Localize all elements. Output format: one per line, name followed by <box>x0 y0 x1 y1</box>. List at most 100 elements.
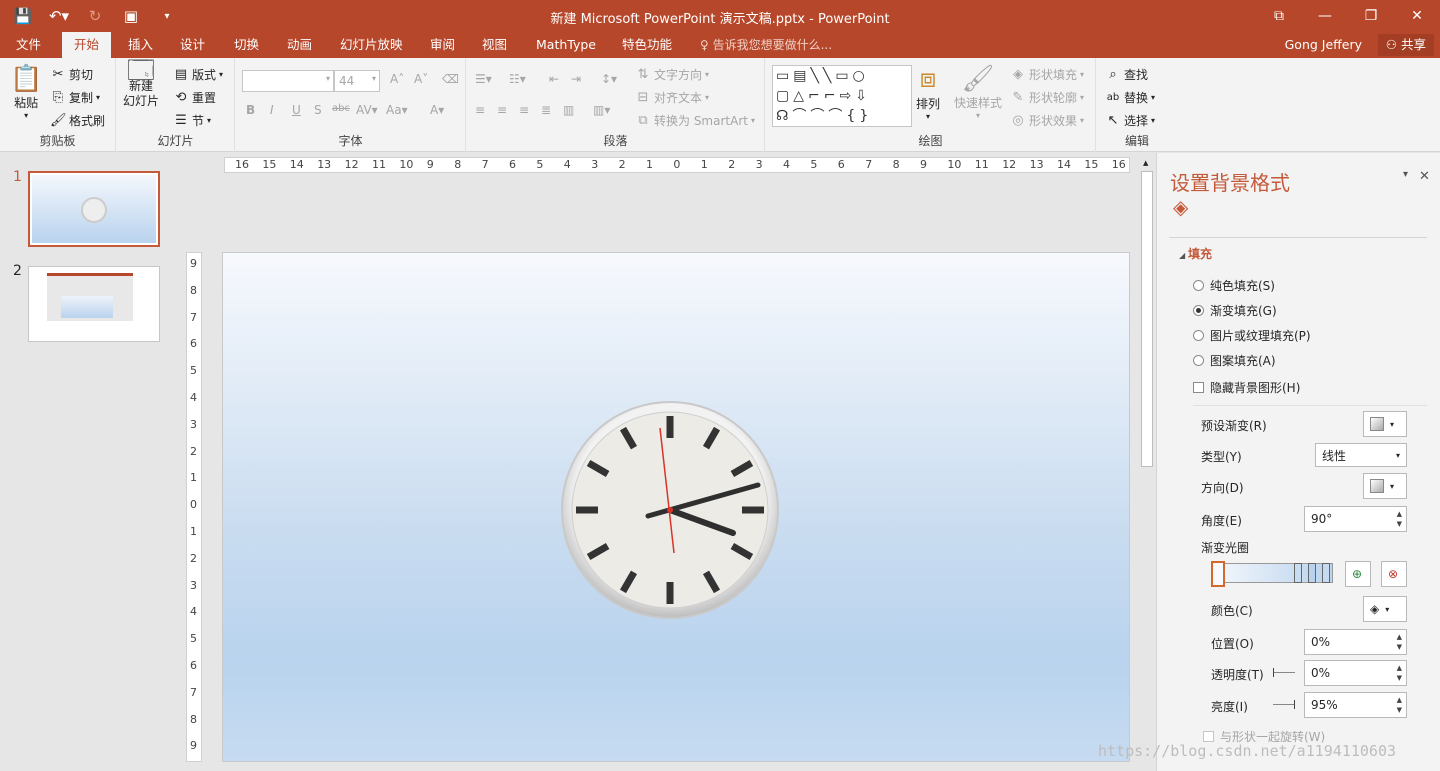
tab-transitions[interactable]: 切换 <box>222 32 271 58</box>
direction-dropdown[interactable]: ▾ <box>1363 473 1407 499</box>
replace-button[interactable]: ab 替换 ▾ <box>1105 89 1155 106</box>
align-center-icon[interactable]: ≡ <box>497 103 507 117</box>
angle-spinner[interactable]: 90° ▲ ▼ <box>1304 506 1407 532</box>
find-button[interactable]: ⌕ 查找 <box>1105 66 1148 83</box>
underline-icon[interactable]: U <box>292 103 301 117</box>
shape-fill-button[interactable]: ◈ 形状填充 ▾ <box>1010 66 1084 83</box>
tab-mathtype[interactable]: MathType <box>524 32 608 58</box>
pane-options-icon[interactable]: ▾ <box>1403 169 1408 180</box>
picture-fill-radio[interactable]: 图片或纹理填充(P) <box>1193 327 1311 344</box>
quick-styles-button[interactable]: 🖌 快速样式 ▾ <box>954 64 1002 120</box>
bullets-icon[interactable]: ☰▾ <box>475 72 492 86</box>
type-dropdown[interactable]: 线性 ▾ <box>1315 443 1407 467</box>
add-stop-icon[interactable]: ⊕ <box>1345 561 1371 587</box>
grow-font-icon[interactable]: A˄ <box>390 72 404 86</box>
numbering-icon[interactable]: ☷▾ <box>509 72 526 86</box>
solid-fill-radio[interactable]: 纯色填充(S) <box>1193 277 1275 294</box>
tab-view[interactable]: 视图 <box>470 32 519 58</box>
layout-button[interactable]: ▤ 版式 ▾ <box>173 66 223 83</box>
shadow-icon[interactable]: S <box>314 103 322 117</box>
minimize-icon[interactable]: — <box>1302 0 1348 32</box>
tab-review[interactable]: 审阅 <box>418 32 467 58</box>
transparency-slider[interactable] <box>1273 668 1295 677</box>
justify-icon[interactable]: ≣ <box>541 103 551 117</box>
brightness-spinner[interactable]: 95% ▲ ▼ <box>1304 692 1407 718</box>
tab-slideshow[interactable]: 幻灯片放映 <box>328 32 415 58</box>
columns-icon[interactable]: ▥▾ <box>593 103 610 117</box>
bold-icon[interactable]: B <box>246 103 255 117</box>
color-dropdown[interactable]: ◈ ▾ <box>1363 596 1407 622</box>
gradient-stop[interactable] <box>1294 563 1302 583</box>
gradient-stop[interactable] <box>1322 563 1330 583</box>
scrollbar-thumb[interactable] <box>1141 171 1153 467</box>
gradient-stop[interactable] <box>1308 563 1316 583</box>
spinner-arrows-icon[interactable]: ▲ ▼ <box>1397 509 1402 529</box>
position-spinner[interactable]: 0% ▲ ▼ <box>1304 629 1407 655</box>
shape-effects-button[interactable]: ◎ 形状效果 ▾ <box>1010 112 1084 129</box>
tab-animations[interactable]: 动画 <box>275 32 324 58</box>
cut-button[interactable]: ✂ 剪切 <box>50 66 93 83</box>
pattern-fill-radio[interactable]: 图案填充(A) <box>1193 352 1276 369</box>
copy-button[interactable]: ⎘ 复制 ▾ <box>50 89 100 106</box>
gradient-stop-selected[interactable] <box>1211 561 1225 587</box>
fill-section-header[interactable]: ◢ 填充 <box>1179 245 1212 262</box>
spinner-arrows-icon[interactable]: ▲ ▼ <box>1397 663 1402 683</box>
slide-thumbnail-1[interactable] <box>28 171 160 247</box>
decrease-indent-icon[interactable]: ⇤ <box>549 72 559 86</box>
align-right-icon[interactable]: ≡ <box>519 103 529 117</box>
tab-home[interactable]: 开始 <box>62 32 112 58</box>
tab-design[interactable]: 设计 <box>168 32 217 58</box>
font-color-icon[interactable]: A▾ <box>430 103 444 117</box>
gradient-stops-bar[interactable] <box>1211 561 1333 587</box>
slide-scrollbar[interactable]: ▲ <box>1140 157 1154 771</box>
reset-button[interactable]: ⟲ 重置 <box>173 89 216 106</box>
remove-stop-icon[interactable]: ⊗ <box>1381 561 1407 587</box>
gradient-fill-radio[interactable]: 渐变填充(G) <box>1193 302 1277 319</box>
pane-close-icon[interactable]: ✕ <box>1419 169 1430 184</box>
horizontal-ruler[interactable]: 16 15 14 13 12 11 10 9 8 7 6 5 4 3 2 1 0 1 2 3 4 5 6 7 8 9 10 11 12 1… <box>224 157 1130 173</box>
char-spacing-icon[interactable]: AV▾ <box>356 103 378 117</box>
transparency-spinner[interactable]: 0% ▲ ▼ <box>1304 660 1407 686</box>
align-left-icon[interactable]: ≡ <box>475 103 485 117</box>
slide-canvas[interactable] <box>222 252 1130 762</box>
paste-button[interactable]: 📋 粘贴 ▾ <box>10 64 42 120</box>
tell-me-box[interactable]: ♀ 告诉我您想要做什么... <box>700 32 832 58</box>
hide-background-checkbox[interactable]: 隐藏背景图形(H) <box>1193 379 1300 396</box>
font-name-box[interactable]: ▾ <box>242 70 334 92</box>
clock-image[interactable] <box>223 253 1131 763</box>
select-button[interactable]: ↖ 选择 ▾ <box>1105 112 1155 129</box>
shape-outline-button[interactable]: ✎ 形状轮廓 ▾ <box>1010 89 1084 106</box>
ribbon-display-icon[interactable]: ⧉ <box>1256 0 1302 32</box>
user-name[interactable]: Gong Jeffery <box>1285 32 1362 58</box>
distribute-icon[interactable]: ▥ <box>563 103 574 117</box>
clear-format-icon[interactable]: ⌫ <box>442 72 459 86</box>
spinner-arrows-icon[interactable]: ▲ ▼ <box>1397 632 1402 652</box>
italic-icon[interactable]: I <box>270 103 274 117</box>
text-direction-button[interactable]: ⇅ 文字方向 ▾ <box>635 66 709 83</box>
format-painter-button[interactable]: 🖌 格式刷 <box>50 112 105 129</box>
strikethrough-icon[interactable]: abc <box>332 103 350 114</box>
shapes-gallery[interactable]: ▭▤╲╲▭○ ▢△⌐⌐⇨⇩ ☊⌒⌒⌒{} <box>772 65 912 127</box>
new-slide-button[interactable]: 🗔 新建 幻灯片 <box>123 58 159 109</box>
tab-insert[interactable]: 插入 <box>116 32 165 58</box>
share-button[interactable]: ⚇ 共享 <box>1377 34 1434 56</box>
section-button[interactable]: ☰ 节 ▾ <box>173 112 211 129</box>
preset-gradient-dropdown[interactable]: ▾ <box>1363 411 1407 437</box>
brightness-slider[interactable] <box>1273 700 1295 709</box>
tab-features[interactable]: 特色功能 <box>610 32 684 58</box>
align-text-button[interactable]: ⊟ 对齐文本 ▾ <box>635 89 709 106</box>
scroll-up-icon[interactable]: ▲ <box>1143 159 1148 167</box>
close-icon[interactable]: ✕ <box>1394 0 1440 32</box>
slide-thumbnail-2[interactable] <box>28 266 160 342</box>
restore-icon[interactable]: ❐ <box>1348 0 1394 32</box>
arrange-button[interactable]: ⧈ 排列 ▾ <box>916 64 940 121</box>
shrink-font-icon[interactable]: A˅ <box>414 72 428 86</box>
tab-file[interactable]: 文件 <box>4 32 53 58</box>
spinner-arrows-icon[interactable]: ▲ ▼ <box>1397 695 1402 715</box>
fill-bucket-icon[interactable]: ◈ <box>1173 195 1188 219</box>
smartart-button[interactable]: ⧉ 转换为 SmartArt ▾ <box>635 112 755 129</box>
increase-indent-icon[interactable]: ⇥ <box>571 72 581 86</box>
change-case-icon[interactable]: Aa▾ <box>386 103 408 117</box>
font-size-box[interactable]: 44 ▾ <box>334 70 380 92</box>
vertical-ruler[interactable]: 9 8 7 6 5 4 3 2 1 0 1 2 3 4 5 6 7 8 9 <box>186 252 202 762</box>
